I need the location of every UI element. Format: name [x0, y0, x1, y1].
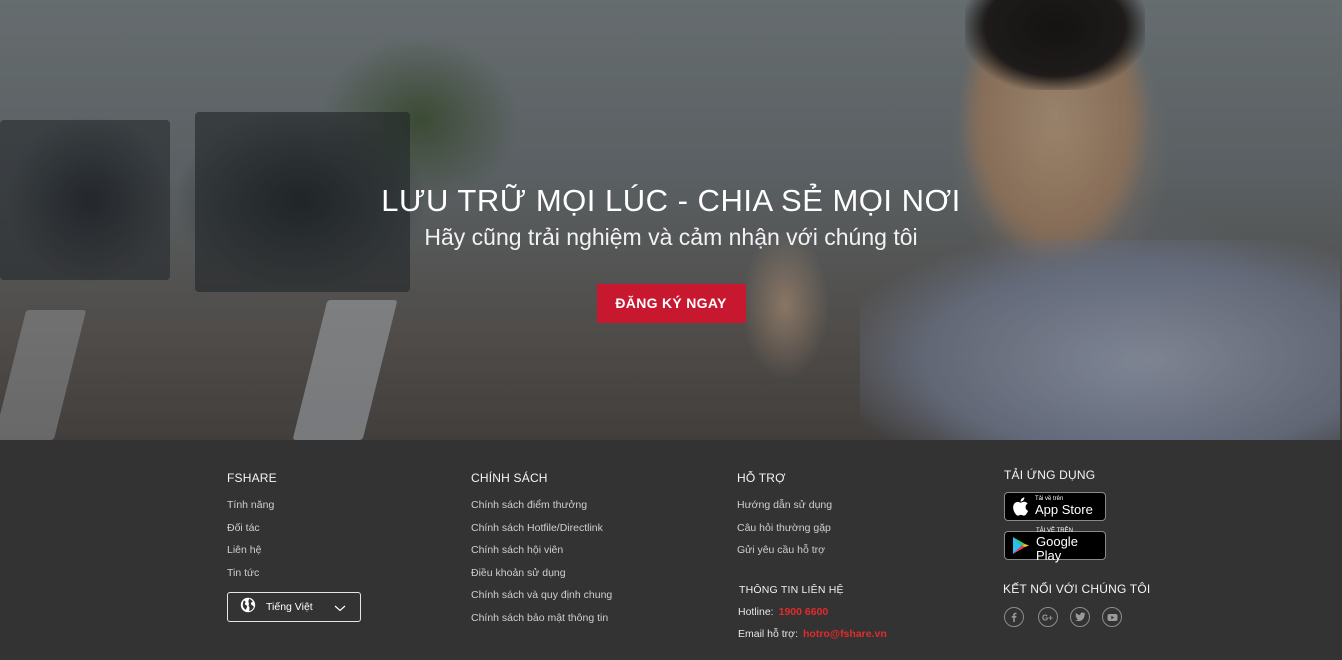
app-store-label: App Store	[1035, 502, 1093, 517]
footer-link-hotfile-policy[interactable]: Chính sách Hotfile/Directlink	[471, 517, 612, 540]
footer-link-terms[interactable]: Điều khoản sử dụng	[471, 562, 612, 585]
register-now-button[interactable]: ĐĂNG KÝ NGAY	[596, 284, 746, 323]
hero-title: LƯU TRỮ MỌI LÚC - CHIA SẺ MỌI NƠI	[381, 183, 961, 218]
language-label: Tiếng Việt	[266, 601, 313, 613]
google-play-label: Google Play	[1036, 534, 1078, 563]
footer-column-support: HỖ TRỢ Hướng dẫn sử dụng Câu hỏi thường …	[737, 471, 832, 562]
footer-link-user-guide[interactable]: Hướng dẫn sử dụng	[737, 494, 832, 517]
hotline-label: Hotline:	[738, 606, 774, 618]
google-play-button[interactable]: TẢI VỀ TRÊN Google Play	[1004, 528, 1106, 563]
facebook-icon[interactable]	[1004, 607, 1024, 627]
hotline-number[interactable]: 1900 6600	[779, 606, 829, 618]
globe-icon	[240, 597, 256, 618]
hotline-row: Hotline: 1900 6600	[738, 606, 828, 618]
support-email-row: Email hỗ trợ: hotro@fshare.vn	[738, 628, 887, 640]
contact-info-title: THÔNG TIN LIÊN HỆ	[739, 584, 844, 596]
twitter-icon[interactable]	[1070, 607, 1090, 627]
support-email-label: Email hỗ trợ:	[738, 628, 798, 640]
chevron-down-icon	[334, 601, 346, 619]
footer-column-title: FSHARE	[227, 471, 277, 485]
footer-column-policy: CHÍNH SÁCH Chính sách điểm thưởng Chính …	[471, 471, 612, 629]
google-play-icon	[1012, 536, 1030, 555]
social-title: KẾT NỐI VỚI CHÚNG TÔI	[1003, 582, 1151, 596]
footer-link-reward-policy[interactable]: Chính sách điểm thưởng	[471, 494, 612, 517]
footer-link-general-policy[interactable]: Chính sách và quy định chung	[471, 584, 612, 607]
apple-icon	[1012, 497, 1029, 516]
footer: FSHARE Tính năng Đối tác Liên hệ Tin tức…	[0, 440, 1342, 660]
footer-column-title: TẢI ỨNG DỤNG	[1004, 468, 1096, 482]
support-email-link[interactable]: hotro@fshare.vn	[803, 628, 887, 640]
footer-link-privacy-policy[interactable]: Chính sách bảo mật thông tin	[471, 607, 612, 630]
google-plus-icon[interactable]: G+	[1038, 607, 1058, 627]
footer-link-membership-policy[interactable]: Chính sách hội viên	[471, 539, 612, 562]
svg-text:G+: G+	[1042, 614, 1053, 623]
footer-link-support-request[interactable]: Gửi yêu cầu hỗ trợ	[737, 539, 832, 562]
footer-link-news[interactable]: Tin tức	[227, 562, 277, 585]
youtube-icon[interactable]	[1102, 607, 1122, 627]
footer-column-fshare: FSHARE Tính năng Đối tác Liên hệ Tin tức	[227, 471, 277, 584]
language-selector[interactable]: Tiếng Việt	[227, 592, 361, 622]
hero-banner: LƯU TRỮ MỌI LÚC - CHIA SẺ MỌI NƠI Hãy cũ…	[0, 0, 1342, 440]
footer-link-features[interactable]: Tính năng	[227, 494, 277, 517]
app-store-button[interactable]: Tải về trên App Store	[1004, 492, 1106, 521]
footer-link-contact[interactable]: Liên hệ	[227, 539, 277, 562]
hero-subtitle: Hãy cũng trải nghiệm và cảm nhận với chú…	[424, 224, 918, 250]
footer-column-title: HỖ TRỢ	[737, 471, 786, 485]
footer-column-title: CHÍNH SÁCH	[471, 471, 548, 485]
footer-link-faq[interactable]: Câu hỏi thường gặp	[737, 517, 832, 540]
footer-column-apps: TẢI ỨNG DỤNG	[1004, 468, 1095, 491]
footer-link-partners[interactable]: Đối tác	[227, 517, 277, 540]
